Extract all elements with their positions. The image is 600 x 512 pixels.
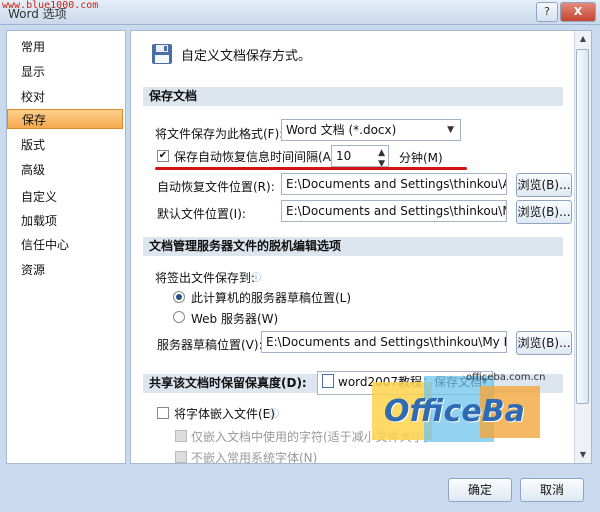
autorecover-minutes-input[interactable]: 10 ▲ ▼ [331,145,389,167]
save-disk-icon [152,44,172,64]
autorecover-checkbox[interactable]: ✔ [157,150,169,162]
spin-down-icon[interactable]: ▼ [378,154,385,166]
watermark-url: www.blue1000.com [2,0,99,11]
sidebar-item-customize[interactable]: 自定义 [7,187,123,207]
embed-used-chars-checkbox[interactable] [175,430,187,442]
autorecover-minutes-value: 10 [336,149,352,163]
sidebar-item-proofing[interactable]: 校对 [7,87,123,107]
sidebar-item-common[interactable]: 常用 [7,37,123,57]
logo-wordmark: OfficeBa [384,394,525,429]
no-common-fonts-checkbox[interactable] [175,451,187,463]
panel-header: 自定义文档保存方式。 [131,31,571,77]
dialog-footer: 确定 取消 [0,468,600,512]
panel-header-text: 自定义文档保存方式。 [181,49,312,64]
default-location-label: 默认文件位置(I): [157,207,246,221]
embed-fonts-checkbox[interactable] [157,407,169,419]
sidebar: 常用 显示 校对 保存 版式 高级 自定义 加载项 信任中心 资源 [6,30,126,464]
sidebar-item-save[interactable]: 保存 [7,109,123,129]
browse-default-button[interactable]: 浏览(B)... [516,200,572,224]
default-location-input[interactable]: E:\Documents and Settings\thinkou\My Doc… [281,200,507,222]
drafts-location-input[interactable]: E:\Documents and Settings\thinkou\My Doc… [261,331,507,353]
autorecover-label: 保存自动恢复信息时间间隔(A) [174,150,336,164]
radio-local-drafts[interactable] [173,291,185,303]
scroll-thumb[interactable] [576,49,589,404]
autorecover-location-input[interactable]: E:\Documents and Settings\thinkou\Applic… [281,173,507,195]
format-select-value: Word 文档 (*.docx) [286,123,397,137]
embed-fonts-label: 将字体嵌入文件(E) [174,407,275,421]
sidebar-item-advanced[interactable]: 高级 [7,160,123,180]
sidebar-item-trust-center[interactable]: 信任中心 [7,235,123,255]
close-button[interactable]: X [560,2,596,22]
logo-url: officeba.com.cn [466,372,546,383]
section-offline-editing: 文档管理服务器文件的脱机编辑选项 [143,237,563,256]
chevron-down-icon: ▼ [447,125,454,135]
drafts-location-label: 服务器草稿位置(V): [157,338,263,352]
option-local-label: 此计算机的服务器草稿位置(L) [191,291,352,305]
info-icon: ⓘ [251,273,261,284]
info-icon: ⓘ [269,409,279,420]
checkout-label: 将签出文件保存到: [155,271,256,285]
sidebar-item-layout[interactable]: 版式 [7,135,123,155]
cancel-button[interactable]: 取消 [520,478,584,502]
autorecover-location-label: 自动恢复文件位置(R): [157,180,275,194]
browse-autorecover-button[interactable]: 浏览(B)... [516,173,572,197]
ok-button[interactable]: 确定 [448,478,512,502]
sidebar-item-addins[interactable]: 加载项 [7,211,123,231]
highlight-underline [155,167,467,170]
no-common-fonts-label: 不嵌入常用系统字体(N) [191,451,318,464]
radio-web-server[interactable] [173,311,185,323]
sidebar-item-display[interactable]: 显示 [7,62,123,82]
minutes-label: 分钟(M) [399,151,443,165]
vertical-scrollbar[interactable]: ▲ ▼ [574,31,591,463]
help-button[interactable]: ? [536,2,558,22]
sidebar-item-resources[interactable]: 资源 [7,260,123,280]
document-icon [322,374,334,388]
scroll-up-icon[interactable]: ▲ [575,31,591,47]
format-label: 将文件保存为此格式(F): [155,127,284,141]
browse-drafts-button[interactable]: 浏览(B)... [516,331,572,355]
word-options-dialog: Word 选项 www.blue1000.com ? X 常用 显示 校对 保存… [0,0,600,512]
section-save-documents: 保存文档 [143,87,563,106]
title-bar: Word 选项 www.blue1000.com ? X [0,0,600,25]
option-web-label: Web 服务器(W) [191,312,279,326]
format-select[interactable]: Word 文档 (*.docx) ▼ [281,119,461,141]
scroll-down-icon[interactable]: ▼ [575,447,591,463]
